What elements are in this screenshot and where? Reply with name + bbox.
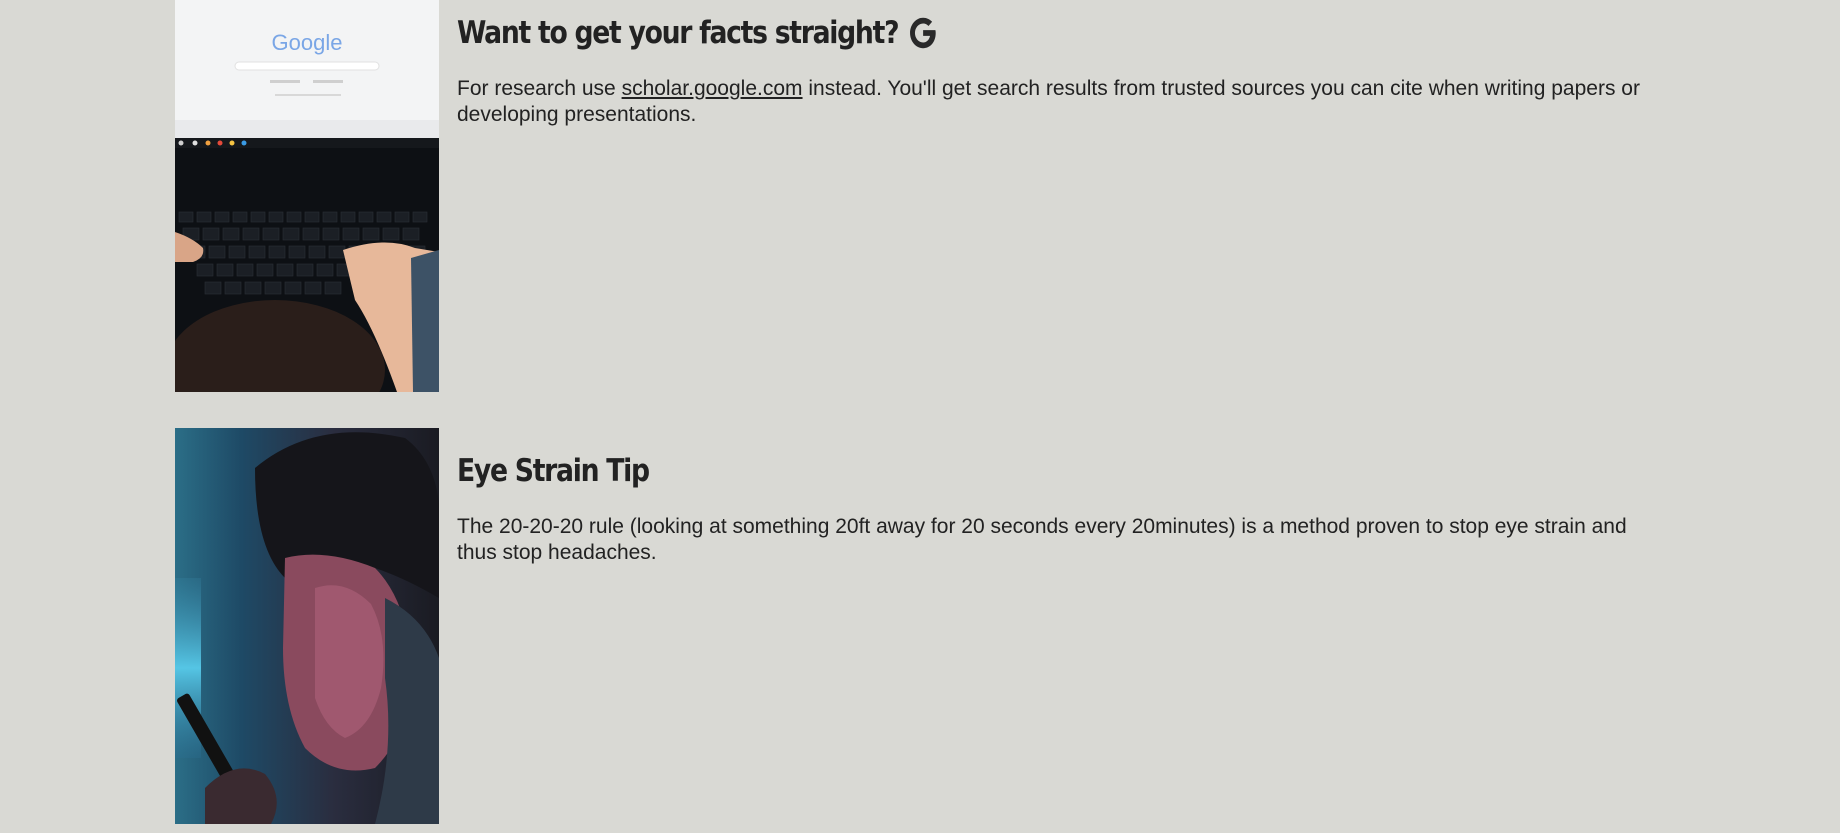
laptop-google-photo: Google [175, 0, 439, 392]
tip-description: The 20-20-20 rule (looking at something … [457, 515, 1627, 564]
tip-card-eye-strain: Eye Strain Tip The 20-20-20 rule (lookin… [175, 428, 1675, 824]
tip-card-research: Google Want to get your facts straight? … [175, 0, 1675, 392]
tip-title-text: Want to get your facts straight? [457, 15, 900, 51]
tip-content: Eye Strain Tip The 20-20-20 rule (lookin… [457, 446, 1675, 566]
tip-content: Want to get your facts straight? For res… [457, 8, 1675, 128]
eye-strain-photo [175, 428, 439, 824]
google-logo-text: Google [272, 30, 343, 55]
tip-title: Eye Strain Tip [457, 446, 1504, 496]
tip-title-text: Eye Strain Tip [457, 453, 650, 489]
tip-desc-before: For research use [457, 77, 622, 100]
tip-title: Want to get your facts straight? [457, 8, 1504, 58]
google-g-icon [910, 17, 936, 49]
tip-description: For research use scholar.google.com inst… [457, 76, 1657, 128]
scholar-google-link[interactable]: scholar.google.com [622, 77, 803, 100]
